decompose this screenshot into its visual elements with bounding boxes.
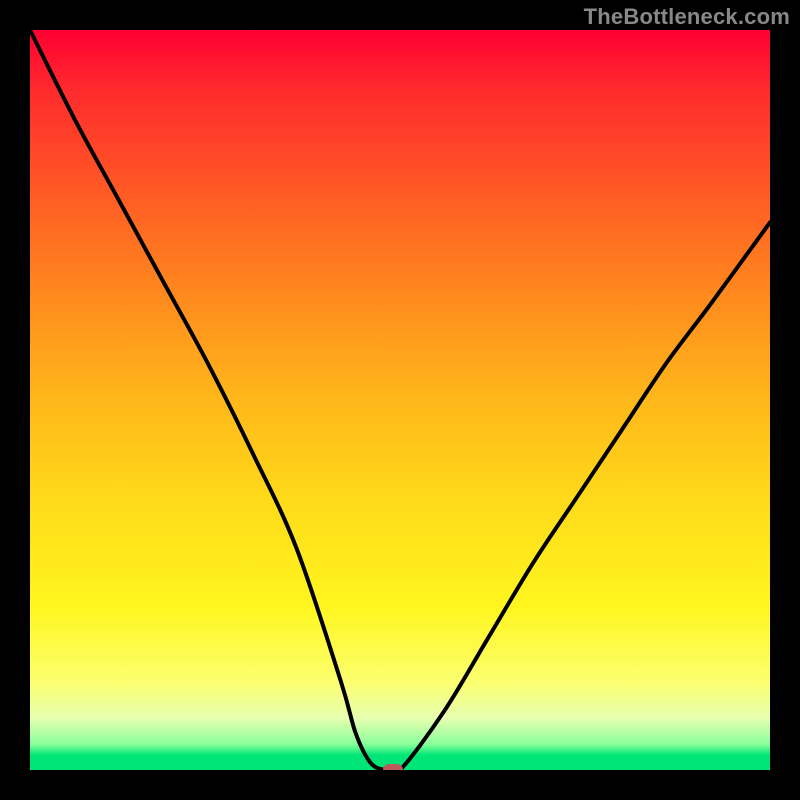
curve-svg bbox=[30, 30, 770, 770]
watermark-text: TheBottleneck.com bbox=[584, 4, 790, 30]
plot-area bbox=[30, 30, 770, 770]
bottleneck-curve bbox=[30, 30, 770, 770]
chart-frame: TheBottleneck.com bbox=[0, 0, 800, 800]
optimum-marker bbox=[383, 764, 403, 770]
